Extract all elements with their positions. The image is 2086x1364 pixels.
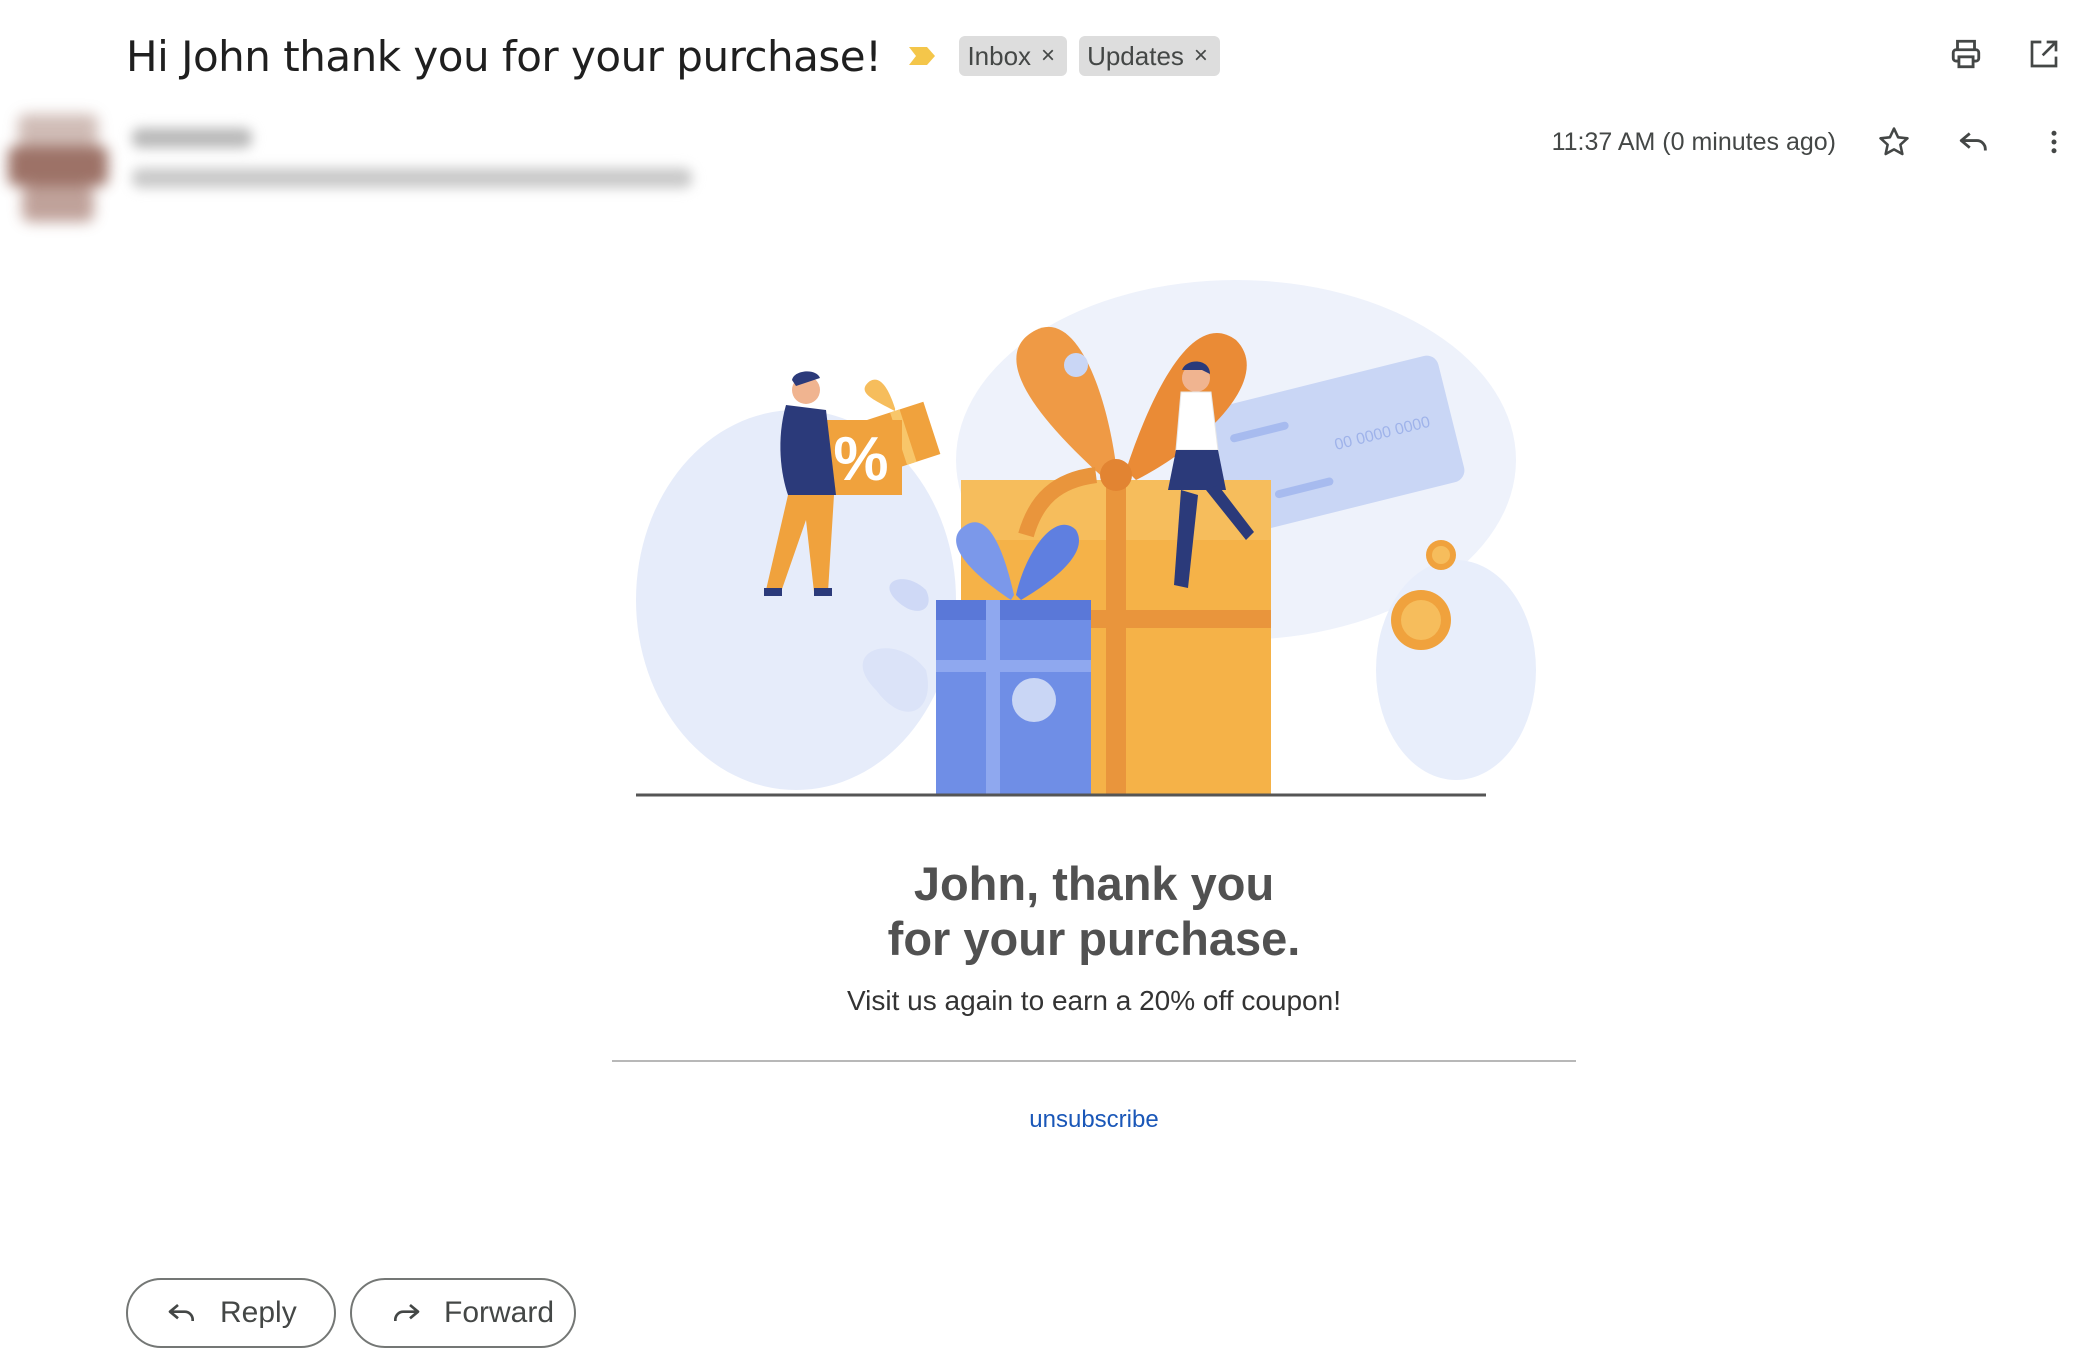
thread-actions [1948,36,2062,72]
email-headline: John, thank you for your purchase. [694,856,1494,966]
body-divider [612,1060,1576,1062]
label-chip-name: Inbox [967,40,1032,71]
reply-button[interactable]: Reply [126,1278,336,1348]
star-icon [1879,127,1909,156]
reply-button-header[interactable] [1956,124,1992,160]
email-view: Hi John thank you for your purchase! Inb… [0,0,2086,1364]
reply-button-label: Reply [220,1296,297,1329]
label-chip-inbox: Inbox × [959,36,1068,76]
open-in-new-window-button[interactable] [2026,36,2062,72]
unsubscribe-link[interactable]: unsubscribe [694,1106,1494,1134]
print-button[interactable] [1948,36,1984,72]
importance-marker-icon[interactable] [907,45,937,67]
email-subject: Hi John thank you for your purchase! [126,31,882,81]
reply-icon [168,1303,194,1321]
forward-button-label: Forward [444,1296,555,1329]
label-chip-updates: Updates × [1079,36,1220,76]
headline-line-1: John, thank you [913,857,1275,910]
forward-icon [394,1303,420,1321]
reply-icon [1959,132,1987,151]
email-subline: Visit us again to earn a 20% off coupon! [847,985,1341,1016]
headline-line-2: for your purchase. [887,912,1301,965]
percent-sign-text: % [833,425,888,494]
remove-label-inbox-button[interactable]: × [1041,42,1055,70]
forward-button[interactable]: Forward [350,1278,576,1348]
print-icon [1951,39,1981,69]
message-meta: 11:37 AM (0 minutes ago) [1552,124,2072,160]
more-vert-icon [2051,130,2057,154]
sender-avatar [8,106,108,228]
star-button[interactable] [1876,124,1912,160]
remove-label-updates-button[interactable]: × [1194,42,1208,70]
more-options-button[interactable] [2036,124,2072,160]
label-chip-name: Updates [1087,40,1184,71]
open-in-new-window-icon [2030,40,2058,68]
subject-row: Hi John thank you for your purchase! Inb… [126,26,1220,86]
purchase-illustration: 00 0000 0000 % [636,280,1536,797]
message-timestamp: 11:37 AM (0 minutes ago) [1551,127,1836,156]
sender-details-redacted [132,128,692,208]
